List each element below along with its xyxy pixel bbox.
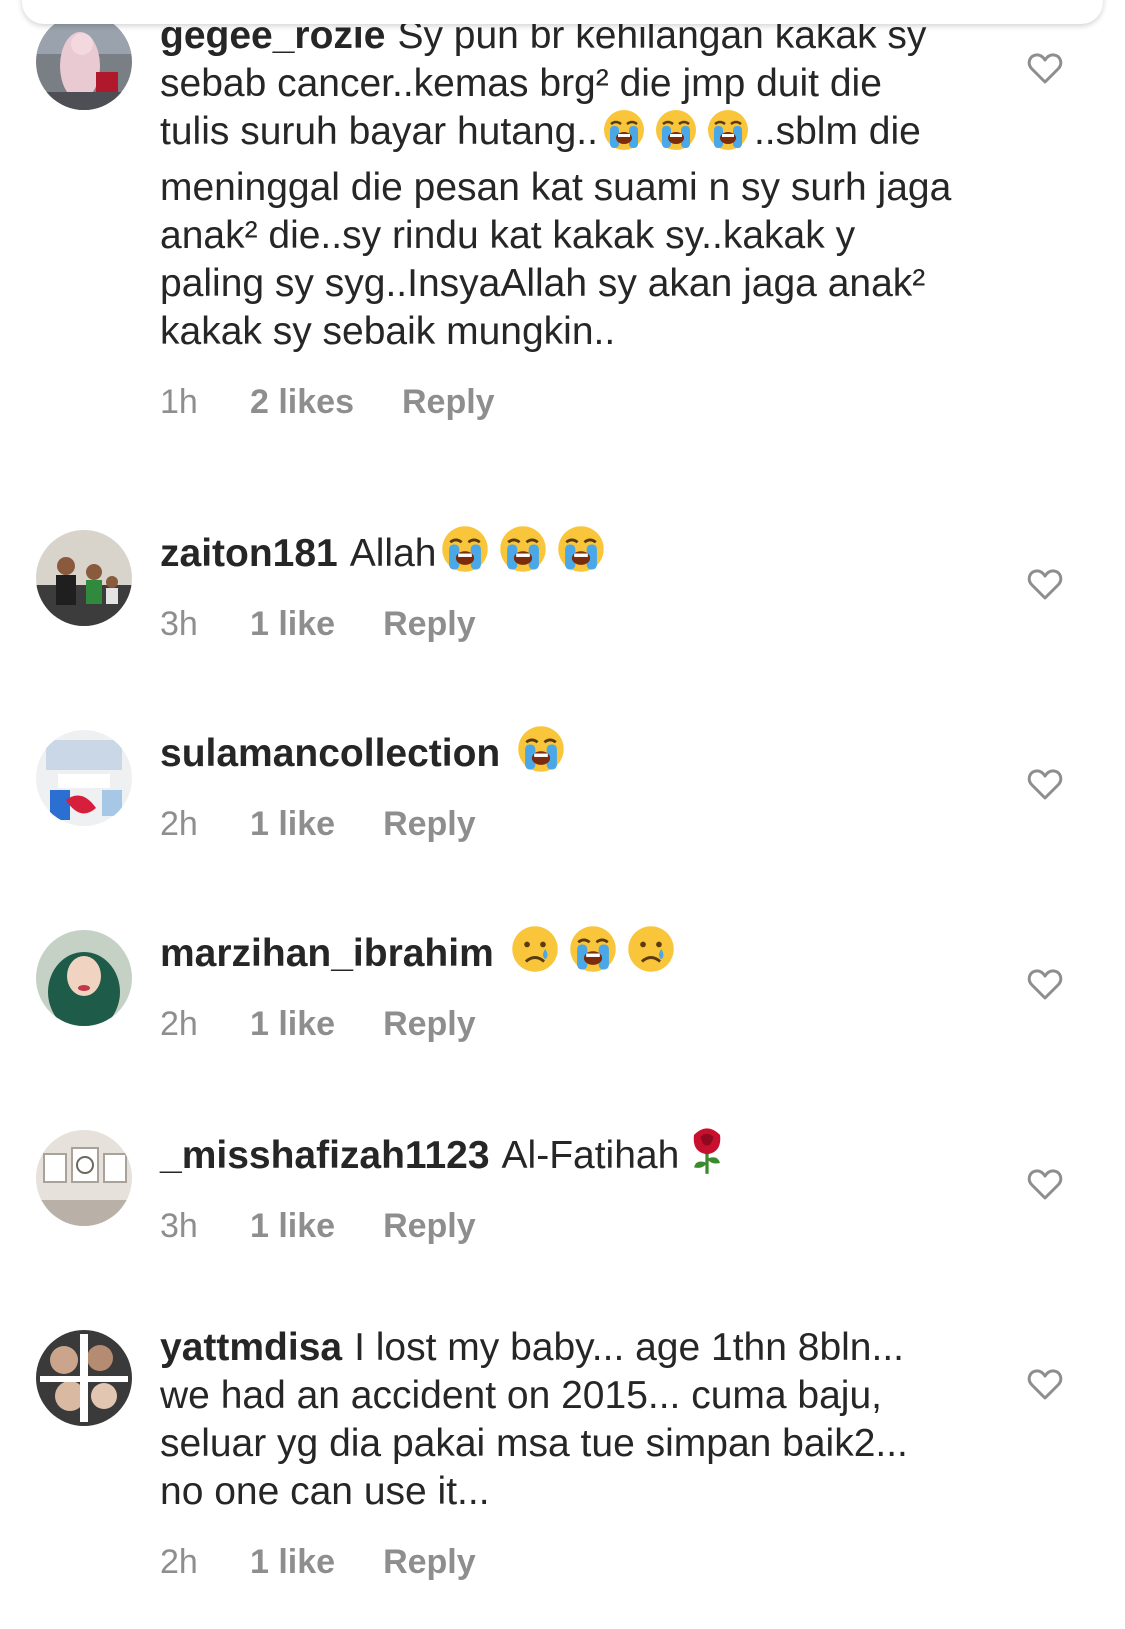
family-photo-avatar — [36, 530, 132, 626]
comment-username[interactable]: marzihan_ibrahim — [160, 932, 494, 975]
comment-text: yattmdisa I lost my baby... age 1thn 8bln… — [160, 1324, 960, 1516]
comment-time: 3h — [160, 1207, 198, 1245]
loudly-crying-face-icon — [602, 108, 646, 164]
like-heart-icon[interactable] — [1025, 964, 1065, 1004]
reply-button[interactable]: Reply — [383, 604, 476, 644]
comment-text: zaiton181 Allah — [160, 524, 960, 586]
family-collage-avatar — [36, 1330, 132, 1426]
loudly-crying-face-icon — [568, 924, 618, 986]
comment-likes[interactable]: 1 like — [250, 1004, 335, 1044]
rose-icon — [683, 1124, 731, 1188]
comment-text: _misshafizah1123 Al-Fatihah — [160, 1124, 960, 1188]
comment-time: 2h — [160, 1543, 198, 1581]
crying-face-icon — [626, 924, 676, 986]
reply-button[interactable]: Reply — [383, 804, 476, 844]
comment-likes[interactable]: 1 like — [250, 1206, 335, 1246]
comment-username[interactable]: yattmdisa — [160, 1326, 342, 1369]
loudly-crying-face-icon — [516, 724, 566, 786]
comment-likes[interactable]: 2 likes — [250, 382, 354, 422]
comment-text-part: Al-Fatihah — [501, 1134, 680, 1177]
loudly-crying-face-icon — [706, 108, 750, 164]
comment-time: 3h — [160, 605, 198, 643]
top-card-edge — [22, 0, 1103, 24]
comment-meta: 2h 1 like Reply — [160, 1004, 960, 1044]
avatar[interactable] — [36, 530, 132, 626]
avatar[interactable] — [36, 1330, 132, 1426]
comment-time: 1h — [160, 383, 198, 421]
reply-button[interactable]: Reply — [383, 1206, 476, 1246]
avatar[interactable] — [36, 14, 132, 110]
pink-hijab-avatar — [36, 14, 132, 110]
hijab-selfie-avatar — [36, 930, 132, 1026]
collection-logo-avatar — [36, 730, 132, 826]
like-heart-icon[interactable] — [1025, 564, 1065, 604]
comment-meta: 3h 1 like Reply — [160, 1206, 960, 1246]
comment-likes[interactable]: 1 like — [250, 1542, 335, 1582]
comment-username[interactable]: sulamancollection — [160, 732, 500, 775]
comment-likes[interactable]: 1 like — [250, 804, 335, 844]
comment-meta: 3h 1 like Reply — [160, 604, 960, 644]
avatar[interactable] — [36, 930, 132, 1026]
like-heart-icon[interactable] — [1025, 48, 1065, 88]
avatar[interactable] — [36, 730, 132, 826]
comment-time: 2h — [160, 1005, 198, 1043]
comment-time: 2h — [160, 805, 198, 843]
like-heart-icon[interactable] — [1025, 764, 1065, 804]
comment-text-part: Allah — [349, 532, 437, 575]
reply-button[interactable]: Reply — [383, 1004, 476, 1044]
comment-text: gegee_rozie Sy pun br kehilangan kakak sy… — [160, 12, 960, 356]
comment-meta: 2h 1 like Reply — [160, 1542, 960, 1582]
reply-button[interactable]: Reply — [402, 382, 495, 422]
loudly-crying-face-icon — [440, 524, 490, 586]
calligraphy-frames-avatar — [36, 1130, 132, 1226]
comment-meta: 2h 1 like Reply — [160, 804, 960, 844]
comment-meta: 1h 2 likes Reply — [160, 382, 960, 422]
like-heart-icon[interactable] — [1025, 1164, 1065, 1204]
reply-button[interactable]: Reply — [383, 1542, 476, 1582]
comment-username[interactable]: _misshafizah1123 — [160, 1134, 490, 1177]
loudly-crying-face-icon — [556, 524, 606, 586]
comment-likes[interactable]: 1 like — [250, 604, 335, 644]
avatar[interactable] — [36, 1130, 132, 1226]
comment-text: sulamancollection — [160, 724, 960, 786]
loudly-crying-face-icon — [498, 524, 548, 586]
loudly-crying-face-icon — [654, 108, 698, 164]
crying-face-icon — [510, 924, 560, 986]
comment-username[interactable]: zaiton181 — [160, 532, 338, 575]
comment-text: marzihan_ibrahim — [160, 924, 960, 986]
like-heart-icon[interactable] — [1025, 1364, 1065, 1404]
